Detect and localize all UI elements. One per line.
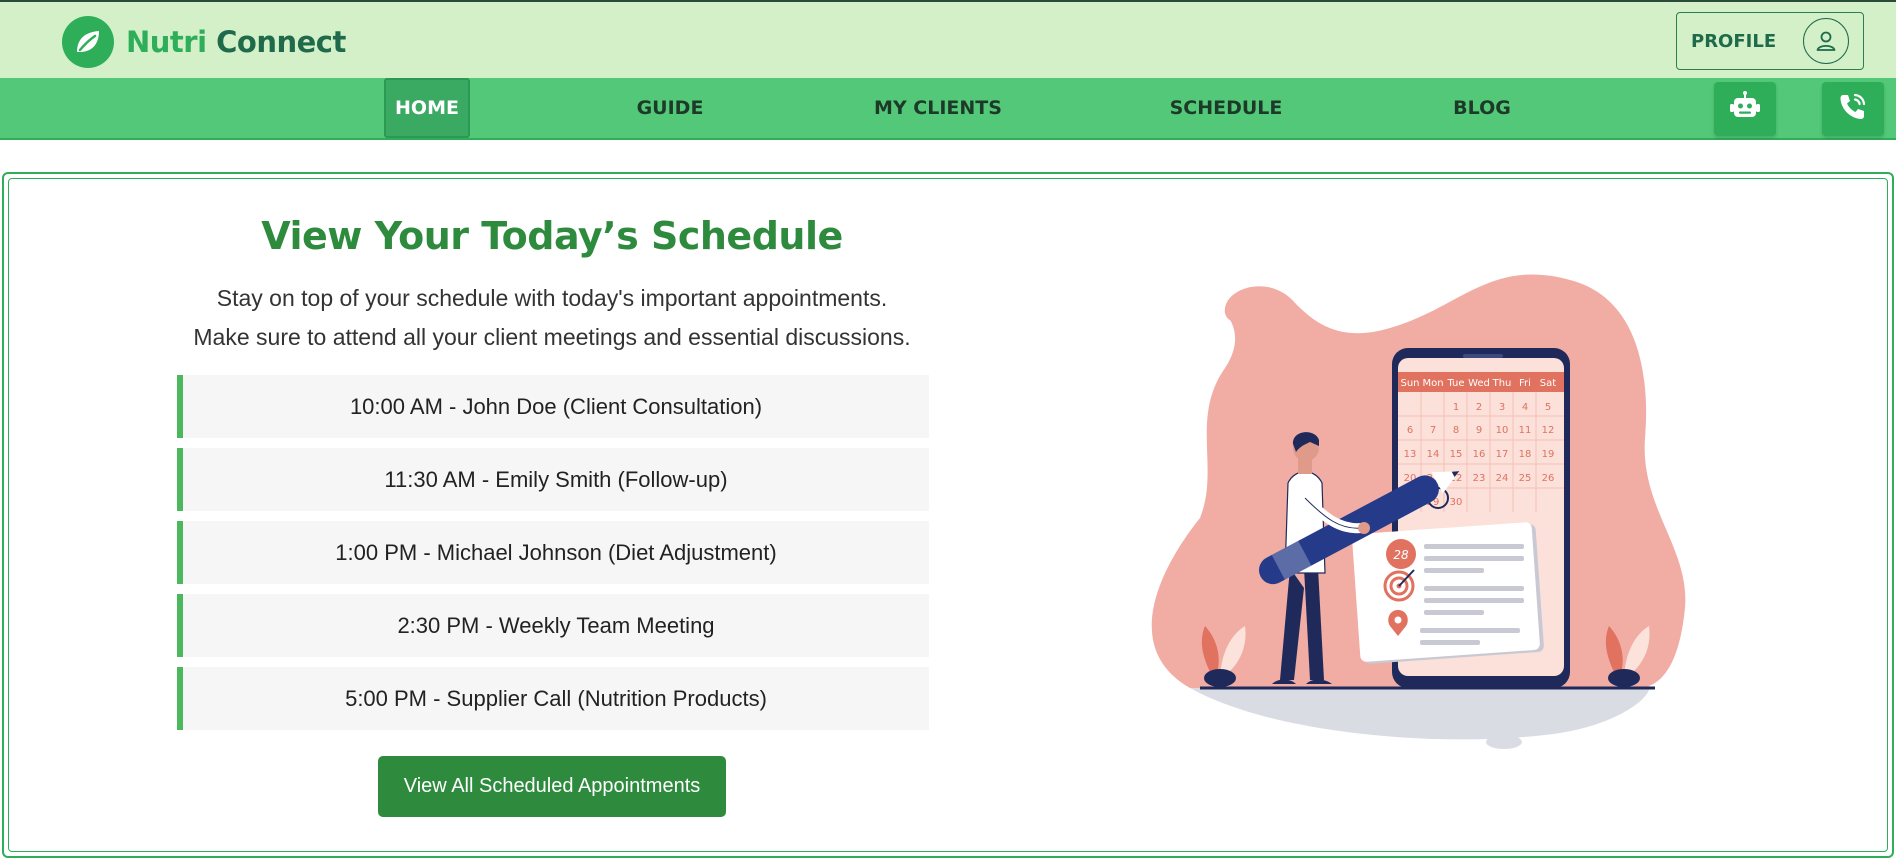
calendar-day: 3	[1499, 402, 1505, 413]
calendar-day: 15	[1450, 449, 1463, 460]
calendar-day: 25	[1519, 473, 1532, 484]
calendar-day: 5	[1545, 402, 1551, 413]
calendar-day: 24	[1496, 473, 1509, 484]
calendar-day: 10	[1496, 425, 1509, 436]
calendar-day: 23	[1473, 473, 1486, 484]
calendar-day: 8	[1453, 425, 1459, 436]
nav-schedule[interactable]: SCHEDULE	[1156, 78, 1296, 138]
calendar-day: 9	[1476, 425, 1482, 436]
call-button[interactable]	[1822, 82, 1884, 136]
nav-my-clients[interactable]: MY CLIENTS	[858, 78, 1018, 138]
leaf-icon	[62, 16, 114, 68]
calendar-day: 16	[1473, 449, 1486, 460]
appointment-item: 2:30 PM - Weekly Team Meeting	[177, 594, 929, 657]
nav-home[interactable]: HOME	[384, 78, 470, 138]
appointment-item: 10:00 AM - John Doe (Client Consultation…	[177, 375, 929, 438]
nav-guide[interactable]: GUIDE	[610, 78, 730, 138]
calendar-day: 11	[1519, 425, 1532, 436]
robot-icon	[1727, 89, 1763, 130]
calendar-weekday: Wed	[1468, 378, 1490, 389]
appointment-item: 11:30 AM - Emily Smith (Follow-up)	[177, 448, 929, 511]
calendar-day: 30	[1450, 497, 1463, 508]
chatbot-button[interactable]	[1714, 82, 1776, 136]
top-header: Nutri Connect PROFILE	[0, 0, 1896, 78]
calendar-day: 6	[1407, 425, 1413, 436]
brand[interactable]: Nutri Connect	[62, 16, 346, 68]
calendar-weekday: Tue	[1446, 378, 1464, 389]
calendar-day: 18	[1519, 449, 1532, 460]
profile-button[interactable]: PROFILE	[1676, 12, 1864, 70]
subtitle-line1: Stay on top of your schedule with today'…	[216, 285, 888, 311]
calendar-weekday: Mon	[1422, 378, 1443, 389]
brand-name-part1: Nutri	[126, 25, 207, 59]
calendar-day: 2	[1476, 402, 1482, 413]
subtitle-line2: Make sure to attend all your client meet…	[193, 324, 911, 350]
calendar-day: 14	[1427, 449, 1440, 460]
calendar-weekday: Thu	[1492, 378, 1512, 389]
calendar-weekday: Sat	[1540, 378, 1556, 389]
calendar-day: 4	[1522, 402, 1528, 413]
calendar-day: 7	[1430, 425, 1436, 436]
calendar-weekday: Sun	[1400, 378, 1419, 389]
brand-name-part2: Connect	[216, 25, 346, 59]
appointment-item: 1:00 PM - Michael Johnson (Diet Adjustme…	[177, 521, 929, 584]
appointment-item: 5:00 PM - Supplier Call (Nutrition Produ…	[177, 667, 929, 730]
user-icon	[1803, 18, 1849, 64]
calendar-day: 17	[1496, 449, 1509, 460]
calendar-weekday: Fri	[1519, 378, 1531, 389]
page-title: View Your Today’s Schedule	[261, 214, 843, 258]
calendar-day: 1	[1453, 402, 1459, 413]
brand-name: Nutri Connect	[126, 25, 346, 59]
calendar-day: 12	[1542, 425, 1555, 436]
view-all-appointments-button[interactable]: View All Scheduled Appointments	[378, 756, 726, 817]
calendar-day: 13	[1404, 449, 1417, 460]
calendar-badge-day: 28	[1393, 548, 1409, 562]
profile-label: PROFILE	[1691, 30, 1777, 52]
calendar-day: 19	[1542, 449, 1555, 460]
nav-blog[interactable]: BLOG	[1432, 78, 1532, 138]
schedule-illustration: Sun Mon Tue Wed Thu Fri Sat 1 2 3 4 5 6 …	[1130, 268, 1700, 758]
phone-call-icon	[1836, 90, 1870, 129]
main-nav: HOME GUIDE MY CLIENTS SCHEDULE BLOG	[0, 78, 1896, 140]
calendar-day: 26	[1542, 473, 1555, 484]
